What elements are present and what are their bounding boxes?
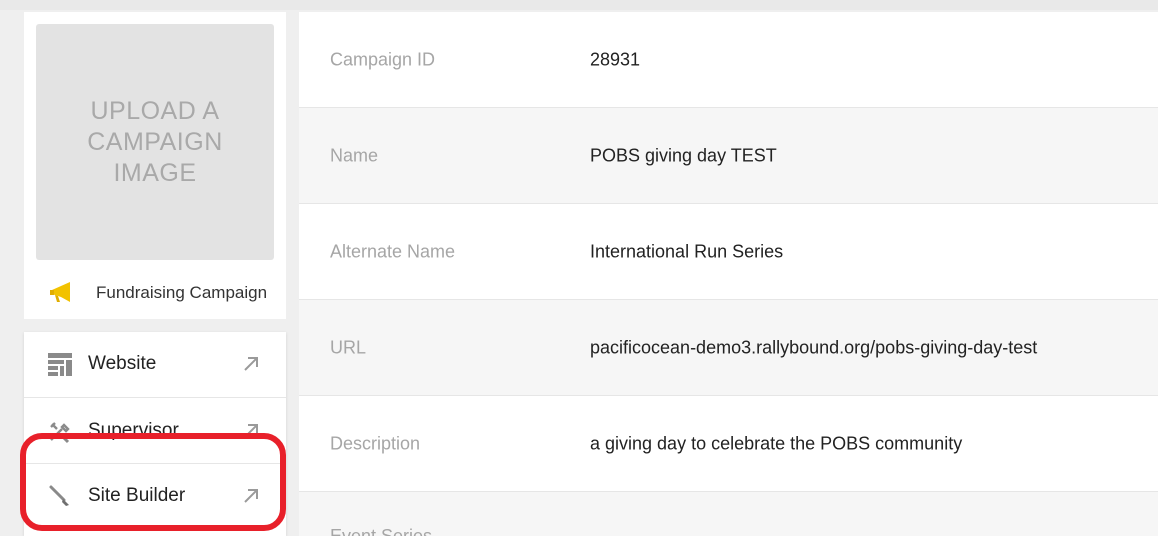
external-arrow-icon: [242, 422, 260, 440]
detail-key: Event Series: [330, 526, 433, 536]
nav-item-label: Website: [88, 353, 157, 374]
nav-item-site-builder[interactable]: Site Builder: [24, 464, 286, 528]
tools-icon: [48, 420, 72, 444]
campaign-details: Campaign ID 28931 Name POBS giving day T…: [299, 12, 1158, 536]
brush-icon: [48, 484, 72, 508]
megaphone-icon: [48, 280, 74, 306]
campaign-image-upload[interactable]: UPLOAD A CAMPAIGN IMAGE: [36, 24, 274, 260]
detail-row-campaign-id: Campaign ID 28931: [299, 12, 1158, 108]
detail-key: Description: [330, 433, 421, 453]
detail-key: Alternate Name: [330, 241, 456, 261]
upload-image-label: UPLOAD A CAMPAIGN IMAGE: [87, 96, 223, 187]
detail-key: URL: [330, 337, 367, 357]
detail-row-event-series: Event Series: [299, 492, 1158, 536]
detail-value[interactable]: pacificocean-demo3.rallybound.org/pobs-g…: [590, 337, 1037, 358]
external-arrow-icon: [242, 355, 260, 373]
nav-item-label: Site Builder: [88, 485, 186, 506]
detail-row-description: Description a giving day to celebrate th…: [299, 396, 1158, 492]
campaign-card: UPLOAD A CAMPAIGN IMAGE Fundraising Camp…: [24, 12, 286, 319]
layout-icon: [48, 352, 72, 376]
detail-row-url: URL pacificocean-demo3.rallybound.org/po…: [299, 300, 1158, 396]
nav-item-supervisor[interactable]: Supervisor: [24, 398, 286, 462]
external-arrow-icon: [242, 487, 260, 505]
detail-row-name: Name POBS giving day TEST: [299, 108, 1158, 204]
detail-value: 28931: [590, 49, 641, 69]
detail-value: International Run Series: [590, 241, 784, 261]
detail-value: a giving day to celebrate the POBS commu…: [590, 433, 963, 453]
campaign-nav: Website Supervisor Site Builder: [24, 332, 286, 536]
nav-item-label: Supervisor: [88, 420, 179, 441]
detail-key: Name: [330, 145, 379, 165]
detail-row-alternate-name: Alternate Name International Run Series: [299, 204, 1158, 300]
nav-item-website[interactable]: Website: [24, 332, 286, 396]
top-strip: [0, 0, 1158, 10]
detail-key: Campaign ID: [330, 49, 436, 69]
campaign-type: Fundraising Campaign: [48, 280, 267, 306]
campaign-type-label: Fundraising Campaign: [96, 283, 268, 302]
detail-value: POBS giving day TEST: [590, 145, 777, 165]
